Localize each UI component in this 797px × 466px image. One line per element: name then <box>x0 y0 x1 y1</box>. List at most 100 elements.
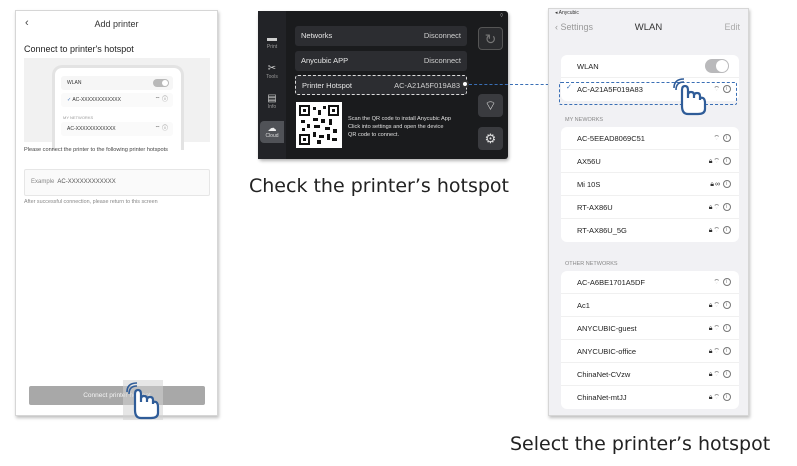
info-icon[interactable]: i <box>723 301 731 310</box>
mini-section-label: MY NETWORKS <box>63 115 94 120</box>
sidebar-label: Tools <box>266 74 278 80</box>
info-icon[interactable]: i <box>723 278 731 287</box>
settings-button[interactable]: ⚙ <box>478 127 503 150</box>
instruction-text: Please connect the printer to the follow… <box>24 147 168 153</box>
mini-selected-network: AC-XXXXXXXXXXXX <box>72 97 121 103</box>
caption-check-hotspot: Check the printer’s hotspot <box>249 175 509 197</box>
info-icon[interactable]: i <box>723 370 731 379</box>
wlan-toggle-row: WLAN <box>561 55 739 78</box>
network-row[interactable]: Mi 10S 🔒︎∞ i <box>561 173 739 196</box>
sidebar-item-cloud[interactable]: ☁ Cloud <box>260 121 284 143</box>
edit-button[interactable]: Edit <box>724 22 740 32</box>
printer-sidebar: ▬ Print ✂ Tools ▤ Info ☁ Cloud <box>258 11 286 159</box>
wifi-info-icon: ⌔ i <box>713 127 731 150</box>
network-row[interactable]: Ac1 🔒︎⌔ i <box>561 294 739 317</box>
mini-selected-row: ✓ AC-XXXXXXXXXXXX ⌔ ⓘ <box>61 93 173 107</box>
qr-text-line: Click into settings and open the device <box>348 124 444 130</box>
qr-instructions: Scan the QR code to install Anycubic App… <box>348 115 474 139</box>
lock-wifi-info-icon: 🔒︎⌔ i <box>709 386 731 409</box>
info-icon[interactable]: i <box>723 347 731 356</box>
network-name: ChinaNet-CVzw <box>577 370 631 379</box>
lock-wifi-info-icon: 🔒︎⌔ i <box>709 340 731 363</box>
wlan-label: WLAN <box>577 62 599 71</box>
network-name: AC-A6BE1701A5DF <box>577 278 645 287</box>
lock-wifi-info-icon: 🔒︎⌔ i <box>709 294 731 317</box>
mini-toggle-icon <box>153 79 169 87</box>
network-row[interactable]: ChinaNet-CVzw 🔒︎⌔ i <box>561 363 739 386</box>
connect-hotspot-button[interactable]: Connect printer hotspot <box>29 386 205 405</box>
nav-bar: ‹ Settings WLAN Edit <box>549 22 748 38</box>
network-name: AC-5EEAD8069C51 <box>577 134 645 143</box>
check-icon: ✓ <box>67 97 72 103</box>
sidebar-item-info[interactable]: ▤ Info <box>258 93 286 110</box>
mini-wlan-label: WLAN <box>67 80 82 86</box>
wifi-info-icon: ⌔ ⓘ <box>154 126 168 132</box>
hotspot-name: AC-A21A5F019A83 <box>394 81 460 90</box>
hotspot-illustration: WLAN ✓ AC-XXXXXXXXXXXX ⌔ ⓘ MY NETWORKS A… <box>24 58 210 150</box>
qr-code-icon <box>299 105 339 145</box>
add-printer-screen: ‹ Add printer Connect to printer's hotsp… <box>15 10 218 416</box>
wlan-settings-screen: ◂ Anycubic ‹ Settings WLAN Edit WLAN AC-… <box>548 8 749 416</box>
info-icon[interactable]: i <box>723 226 731 235</box>
network-row[interactable]: RT-AX86U_5G 🔒︎⌔ i <box>561 219 739 242</box>
wifi-button[interactable]: ⌔ <box>478 94 503 117</box>
printer-hotspot-row[interactable]: Printer Hotspot AC-A21A5F019A83 <box>295 75 467 95</box>
status-bar: ◂ Anycubic <box>555 10 579 16</box>
printer-icon: ▬ <box>267 33 277 44</box>
qr-text-line: Scan the QR code to install Anycubic App <box>348 116 451 122</box>
sidebar-item-tools[interactable]: ✂ Tools <box>258 63 286 80</box>
mini-network-name: AC-XXXXXXXXXXXX <box>67 126 116 132</box>
row-value: Disconnect <box>423 56 461 65</box>
lock-wifi-info-icon: 🔒︎⌔ i <box>709 219 731 242</box>
network-row[interactable]: ANYCUBIC-office 🔒︎⌔ i <box>561 340 739 363</box>
network-name: RT-AX86U_5G <box>577 226 627 235</box>
network-row[interactable]: AX56U 🔒︎⌔ i <box>561 150 739 173</box>
row-label: Anycubic APP <box>301 56 349 65</box>
lock-wifi-info-icon: 🔒︎⌔ i <box>709 150 731 173</box>
other-networks-label: OTHER NETWORKS <box>565 261 618 267</box>
lock-wifi-info-icon: 🔒︎⌔ i <box>709 196 731 219</box>
my-networks-label: MY NEWORKS <box>565 117 604 123</box>
example-field: Example AC-XXXXXXXXXXXX <box>24 169 210 196</box>
network-name: AX56U <box>577 157 601 166</box>
network-row[interactable]: RT-AX86U 🔒︎⌔ i <box>561 196 739 219</box>
sidebar-item-print[interactable]: ▬ Print <box>258 33 286 50</box>
qr-text-line: QR code to connect. <box>348 132 399 138</box>
network-row[interactable]: ANYCUBIC-guest 🔒︎⌔ i <box>561 317 739 340</box>
network-name: ANYCUBIC-guest <box>577 324 637 333</box>
info-icon[interactable]: i <box>723 203 731 212</box>
refresh-button[interactable]: ↻ <box>478 27 503 50</box>
network-row[interactable]: AC-5EEAD8069C51 ⌔ i <box>561 127 739 150</box>
wifi-info-icon: ⌔ ⓘ <box>154 97 168 103</box>
info-icon[interactable]: i <box>723 324 731 333</box>
info-icon[interactable]: i <box>723 393 731 402</box>
wlan-toggle[interactable] <box>705 59 729 73</box>
networks-row[interactable]: Networks Disconnect <box>295 26 467 46</box>
network-name: Mi 10S <box>577 180 601 189</box>
pointer-hand-icon <box>123 380 163 420</box>
network-name: RT-AX86U <box>577 203 613 212</box>
after-note: After successful connection, please retu… <box>24 199 158 205</box>
mini-phone-illustration: WLAN ✓ AC-XXXXXXXXXXXX ⌔ ⓘ MY NETWORKS A… <box>52 65 184 150</box>
my-networks-group: AC-5EEAD8069C51 ⌔ i AX56U 🔒︎⌔ i Mi 10S 🔒︎∞ i R… <box>561 127 739 242</box>
pointer-hand-icon <box>673 78 707 116</box>
info-icon: ▤ <box>267 93 277 104</box>
network-row[interactable]: ChinaNet-mtJJ 🔒︎⌔ i <box>561 386 739 409</box>
tools-icon: ✂ <box>267 63 277 74</box>
row-label: Printer Hotspot <box>302 81 353 90</box>
anycubic-app-row[interactable]: Anycubic APP Disconnect <box>295 51 467 71</box>
network-name: Ac1 <box>577 301 590 310</box>
example-value: AC-XXXXXXXXXXXX <box>57 179 116 185</box>
caption-select-hotspot: Select the printer’s hotspot <box>510 433 771 455</box>
info-icon[interactable]: i <box>723 157 731 166</box>
connector-line <box>469 84 559 85</box>
selected-highlight <box>559 82 737 105</box>
info-icon[interactable]: i <box>723 180 731 189</box>
page-subtitle: Connect to printer's hotspot <box>24 44 134 54</box>
cloud-icon: ☁ <box>267 123 277 133</box>
network-row[interactable]: AC-A6BE1701A5DF ⌔ i <box>561 271 739 294</box>
sidebar-label: Info <box>267 104 277 110</box>
network-name: ChinaNet-mtJJ <box>577 393 627 402</box>
info-icon[interactable]: i <box>723 134 731 143</box>
wifi-status-icon: ⌔ <box>499 13 504 19</box>
